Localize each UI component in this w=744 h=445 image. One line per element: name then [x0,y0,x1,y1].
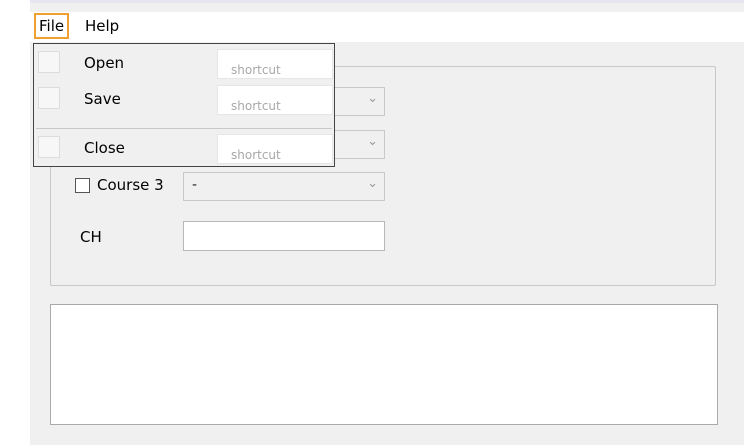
menu-help[interactable]: Help [82,13,122,39]
menu-item-open[interactable]: Open shortcut [34,44,334,80]
menu-item-save[interactable]: Save shortcut [34,80,334,116]
menu-file[interactable]: File [34,13,70,39]
course-3-label: Course 3 [97,176,164,194]
shortcut-field: shortcut [217,85,333,115]
course-3-value: - [192,177,198,193]
course-3-combo[interactable]: - ⌄ [183,172,385,201]
output-textarea[interactable] [50,304,718,425]
ch-label: CH [80,228,102,246]
course-3-checkbox[interactable] [75,178,90,193]
menu-item-label: Save [84,90,121,108]
chevron-down-icon: ⌄ [367,176,378,191]
menu-item-label: Close [84,139,125,157]
menu-separator [36,128,332,129]
close-icon [38,136,60,158]
shortcut-field: shortcut [217,134,333,164]
menu-bar: File Help [30,12,744,42]
chevron-down-icon: ⌄ [367,134,378,149]
open-icon [38,51,60,73]
menu-item-close[interactable]: Close shortcut [34,130,334,166]
file-dropdown-menu: Open shortcut Save shortcut Close shortc… [33,43,335,167]
chevron-down-icon: ⌄ [367,91,378,106]
menu-item-label: Open [84,54,125,72]
ch-input[interactable] [183,221,385,251]
save-icon [38,87,60,109]
shortcut-field: shortcut [217,49,333,79]
